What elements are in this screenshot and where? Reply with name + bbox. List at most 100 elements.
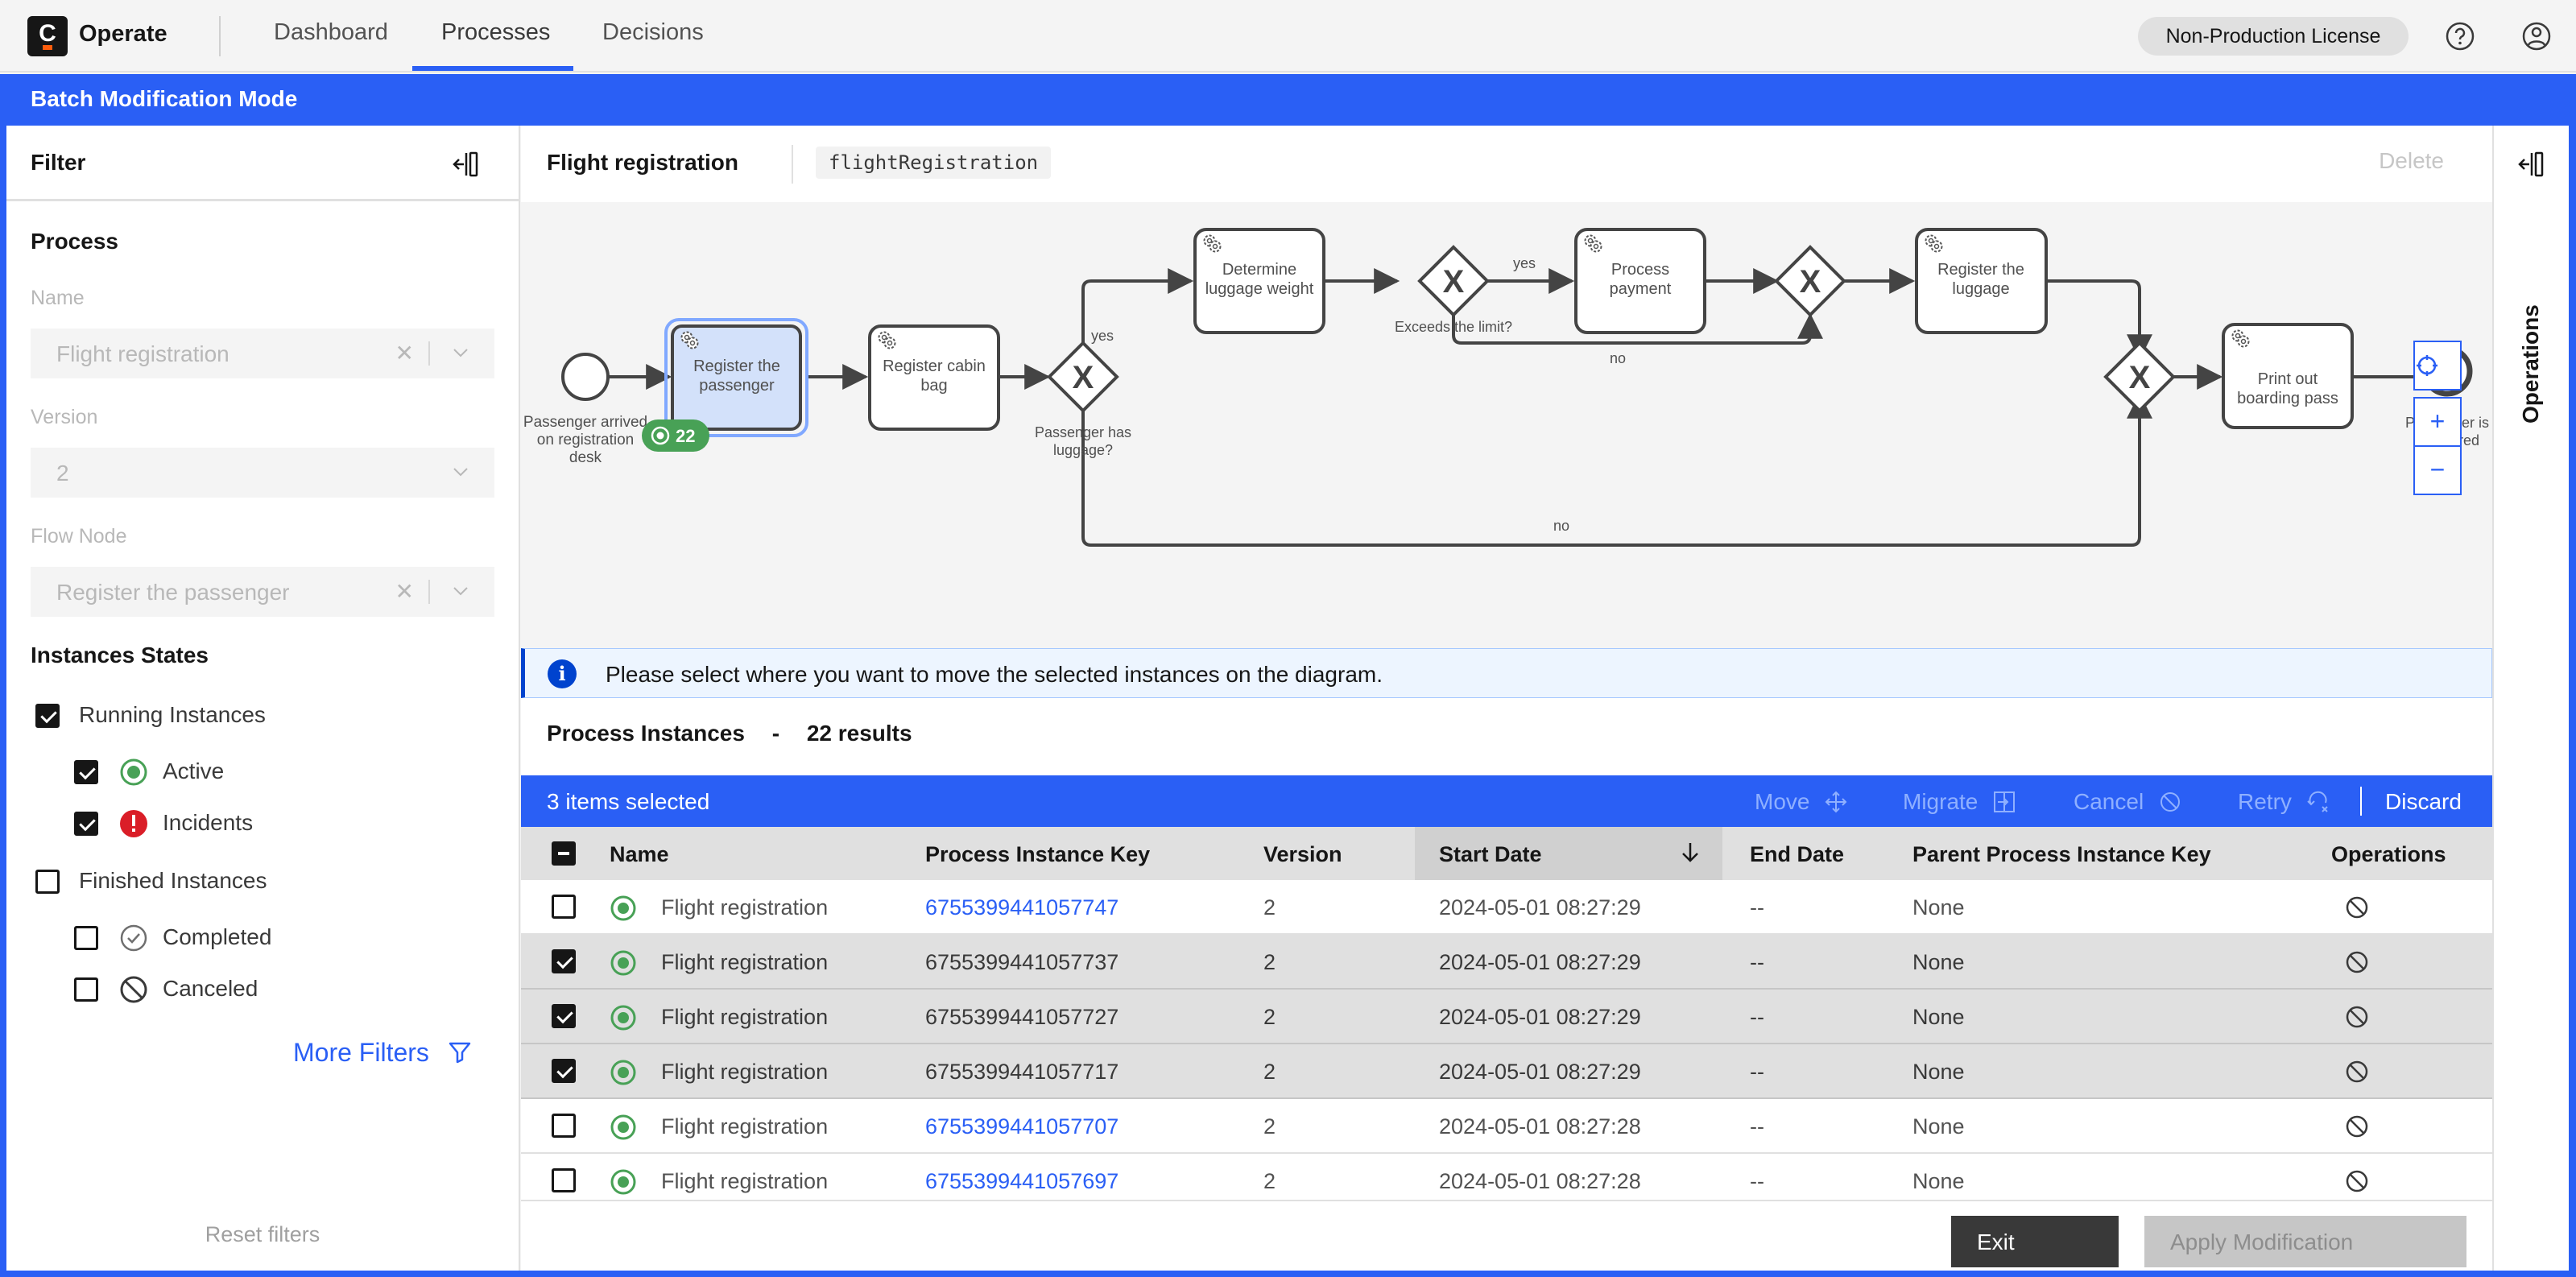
- table-row[interactable]: Flight registration 6755399441057747 2 2024…: [521, 880, 2492, 935]
- flow-label-yes: yes: [1091, 328, 1114, 344]
- instances-title-text: Process Instances: [547, 721, 745, 746]
- cell-instance-key[interactable]: 6755399441057747: [925, 895, 1118, 920]
- cell-version: 2: [1263, 950, 1276, 974]
- more-filters-button[interactable]: More Filters: [293, 1038, 472, 1068]
- chevron-down-icon[interactable]: [451, 462, 470, 481]
- cell-instance-key[interactable]: 6755399441057727: [925, 1005, 1118, 1030]
- user-avatar-icon[interactable]: [2520, 20, 2553, 52]
- batch-modification-banner: Batch Modification Mode: [0, 74, 2576, 126]
- move-button[interactable]: Move: [1755, 789, 1848, 815]
- row-checkbox[interactable]: [552, 1059, 576, 1083]
- flow-label-no: no: [1610, 350, 1626, 366]
- filter-panel: Filter Process Name Flight registration …: [6, 126, 520, 1271]
- version-select[interactable]: 2: [31, 448, 494, 498]
- incidents-label[interactable]: Incidents: [163, 810, 253, 836]
- canceled-label[interactable]: Canceled: [163, 976, 258, 1002]
- apply-modification-button[interactable]: Apply Modification: [2144, 1216, 2466, 1267]
- select-all-checkbox[interactable]: [552, 841, 576, 866]
- chevron-down-icon[interactable]: [451, 343, 470, 362]
- cancel-instance-icon[interactable]: [2344, 1059, 2370, 1085]
- zoom-out-button[interactable]: −: [2413, 445, 2462, 495]
- completed-label[interactable]: Completed: [163, 924, 271, 950]
- column-header-end-date[interactable]: End Date: [1750, 842, 1844, 867]
- action-divider: [2360, 787, 2362, 816]
- cell-parent-key: None: [1912, 1005, 1965, 1029]
- table-row[interactable]: Flight registration 6755399441057717 2 2024…: [521, 1044, 2492, 1099]
- migrate-button[interactable]: Migrate: [1903, 789, 2016, 815]
- more-filters-label: More Filters: [293, 1038, 429, 1067]
- cell-name: Flight registration: [661, 1005, 829, 1029]
- table-row[interactable]: Flight registration 6755399441057737 2 2024…: [521, 935, 2492, 990]
- help-icon[interactable]: [2444, 20, 2476, 52]
- zoom-in-button[interactable]: +: [2413, 397, 2462, 447]
- flow-node-field-label: Flow Node: [31, 525, 127, 548]
- top-header: C Operate Dashboard Processes Decisions …: [0, 0, 2576, 72]
- camunda-logo[interactable]: C: [27, 16, 68, 56]
- cell-instance-key[interactable]: 6755399441057717: [925, 1060, 1118, 1085]
- cell-parent-key: None: [1912, 950, 1965, 974]
- frame-left: [0, 126, 6, 1277]
- bpmn-canvas[interactable]: Passenger arrived on registration desk Reg…: [521, 202, 2492, 649]
- finished-instances-checkbox[interactable]: [35, 870, 60, 894]
- license-tag[interactable]: Non-Production License: [2138, 17, 2409, 56]
- cancel-instance-icon[interactable]: [2344, 895, 2370, 920]
- column-header-name[interactable]: Name: [610, 842, 669, 867]
- reset-zoom-button[interactable]: [2413, 341, 2462, 391]
- column-header-key[interactable]: Process Instance Key: [925, 842, 1150, 867]
- nav-tab-dashboard[interactable]: Dashboard: [274, 19, 388, 46]
- table-row[interactable]: Flight registration 6755399441057707 2 2024…: [521, 1099, 2492, 1154]
- column-header-parent-key[interactable]: Parent Process Instance Key: [1912, 842, 2211, 867]
- cell-instance-key[interactable]: 6755399441057697: [925, 1169, 1118, 1194]
- finished-instances-label[interactable]: Finished Instances: [79, 868, 267, 894]
- clear-name-icon[interactable]: ✕: [395, 340, 414, 366]
- canceled-checkbox[interactable]: [74, 977, 98, 1002]
- running-instances-checkbox[interactable]: [35, 704, 60, 728]
- cell-end-date: --: [1750, 895, 1764, 920]
- start-event[interactable]: [561, 353, 610, 401]
- clear-flow-node-icon[interactable]: ✕: [395, 578, 414, 605]
- incidents-checkbox[interactable]: [74, 812, 98, 836]
- cell-instance-key[interactable]: 6755399441057707: [925, 1114, 1118, 1139]
- column-header-start-date[interactable]: Start Date: [1439, 842, 1542, 867]
- info-notification: i Please select where you want to move t…: [521, 648, 2492, 698]
- active-badge-count: 22: [676, 426, 695, 446]
- table-row[interactable]: Flight registration 6755399441057697 2 2024…: [521, 1154, 2492, 1202]
- active-label[interactable]: Active: [163, 758, 224, 784]
- exclusive-gateway-x-icon: X: [2129, 360, 2151, 395]
- app-name[interactable]: Operate: [79, 21, 167, 48]
- nav-tab-processes[interactable]: Processes: [441, 19, 550, 46]
- table-row[interactable]: Flight registration 6755399441057727 2 2024…: [521, 990, 2492, 1044]
- flow-node-combobox[interactable]: Register the passenger ✕: [31, 567, 494, 617]
- exit-button[interactable]: Exit: [1951, 1216, 2119, 1267]
- retry-button[interactable]: Retry: [2238, 789, 2330, 815]
- cancel-instance-icon[interactable]: [2344, 1168, 2370, 1194]
- row-checkbox[interactable]: [552, 895, 576, 919]
- cancel-instance-icon[interactable]: [2344, 1004, 2370, 1030]
- column-header-version[interactable]: Version: [1263, 842, 1342, 867]
- row-checkbox[interactable]: [552, 1004, 576, 1028]
- row-checkbox[interactable]: [552, 1168, 576, 1192]
- expand-operations-icon[interactable]: [2516, 148, 2549, 180]
- cell-instance-key[interactable]: 6755399441057737: [925, 950, 1118, 975]
- cancel-instance-icon[interactable]: [2344, 1114, 2370, 1139]
- name-combobox[interactable]: Flight registration ✕: [31, 329, 494, 378]
- delete-button[interactable]: Delete: [2379, 148, 2444, 174]
- chevron-down-icon[interactable]: [451, 581, 470, 601]
- row-checkbox[interactable]: [552, 1114, 576, 1138]
- cancel-instance-icon[interactable]: [2344, 949, 2370, 975]
- running-instances-label[interactable]: Running Instances: [79, 702, 266, 728]
- active-instances-badge[interactable]: 22: [642, 419, 709, 452]
- active-checkbox[interactable]: [74, 760, 98, 784]
- cancel-button[interactable]: Cancel: [2074, 789, 2182, 815]
- operations-panel-label[interactable]: Operations: [2518, 304, 2544, 424]
- completed-state-icon: [120, 924, 147, 952]
- completed-checkbox[interactable]: [74, 926, 98, 950]
- sort-descending-icon[interactable]: [1677, 840, 1703, 866]
- collapse-panel-icon[interactable]: [451, 148, 483, 180]
- bpmn-diagram[interactable]: Passenger arrived on registration desk Reg…: [521, 202, 2492, 649]
- column-header-operations: Operations: [2331, 842, 2446, 866]
- nav-tab-decisions[interactable]: Decisions: [602, 19, 704, 46]
- reset-filters-button[interactable]: Reset filters: [6, 1222, 519, 1247]
- row-checkbox[interactable]: [552, 949, 576, 973]
- discard-button[interactable]: Discard: [2385, 789, 2462, 815]
